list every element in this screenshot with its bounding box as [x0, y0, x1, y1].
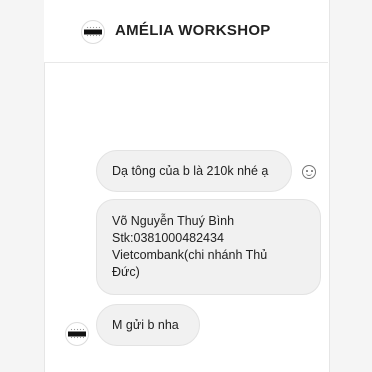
message-line: Vietcombank(chi nhánh Thủ — [112, 248, 268, 262]
message-bubble[interactable]: M gửi b nha — [96, 304, 200, 346]
message-text: Dạ tông của b là 210k nhé ạ — [112, 164, 269, 178]
contact-avatar[interactable] — [81, 20, 105, 44]
emoji-mouth — [306, 171, 312, 176]
message-bubble[interactable]: Dạ tông của b là 210k nhé ạ — [96, 150, 292, 192]
message-bubble[interactable]: Võ Nguyễn Thuý Bình Stk:0381000482434 Vi… — [96, 199, 321, 295]
sender-avatar[interactable] — [65, 322, 89, 346]
message-text: M gửi b nha — [112, 318, 179, 332]
message-line: Võ Nguyễn Thuý Bình — [112, 214, 235, 228]
message-line: Đức) — [112, 265, 140, 279]
avatar-pattern-bottom — [86, 34, 100, 39]
contact-name[interactable]: AMÉLIA WORKSHOP — [115, 22, 271, 39]
message-line: Stk:0381000482434 — [112, 231, 224, 245]
avatar-pattern-bottom — [70, 336, 84, 341]
react-emoji-icon[interactable] — [302, 165, 316, 179]
